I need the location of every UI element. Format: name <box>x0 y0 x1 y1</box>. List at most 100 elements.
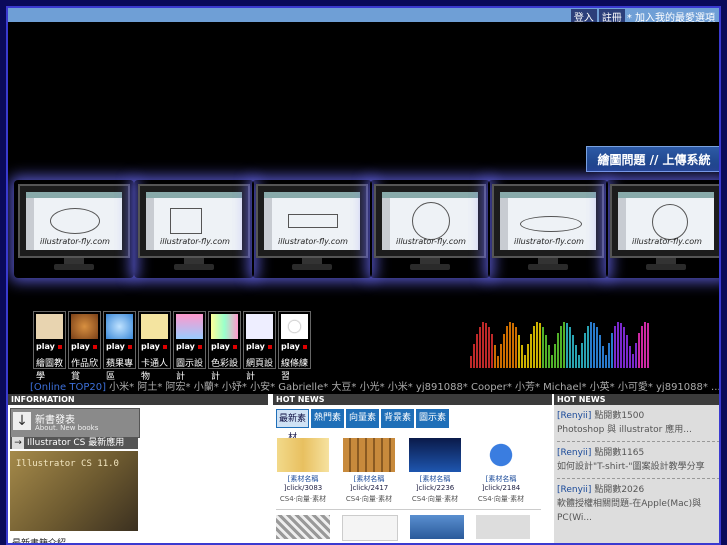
category-thumbs: play 繪圖教學 play 作品欣賞 play 蘋果專區 play 卡通人物 play… <box>33 311 311 382</box>
hot-news-panel: HOT NEWS 最新素材 熱門素材 向量素材 背景素材 圖示素材 [素材名稱]… <box>273 394 552 543</box>
monitor-image[interactable]: illustrator-fly.com <box>138 184 250 274</box>
screen-caption: illustrator-fly.com <box>160 237 230 246</box>
material-tabs: 最新素材 熱門素材 向量素材 背景素材 圖示素材 <box>276 409 449 443</box>
news-item[interactable]: [Renyii] 點閱數1500 Photoshop 與 illustrator … <box>554 405 719 437</box>
equalizer-bar <box>551 355 553 368</box>
equalizer-bar <box>473 344 475 368</box>
pattern-icon <box>71 314 98 339</box>
equalizer-bar <box>596 327 598 368</box>
material-item[interactable]: [素材名稱]click/3083 CS4·向量·素材 <box>276 438 330 504</box>
news-item[interactable]: [Renyii] 點閱數1165 如何設計"T-shirt-"圖案設計教學分享 <box>554 442 719 474</box>
sphere-thumb[interactable] <box>342 515 398 541</box>
tab-popular[interactable]: 熱門素材 <box>311 409 344 442</box>
screen-caption: illustrator-fly.com <box>40 237 110 246</box>
new-books-banner[interactable]: ↓ 新書發表 About. New books <box>10 408 140 438</box>
material-item[interactable]: [素材名稱]click/2184 CS4·向量·素材 <box>474 438 528 504</box>
equalizer-bar <box>491 334 493 368</box>
monitor-image[interactable]: illustrator-fly.com <box>492 184 604 274</box>
material-item[interactable]: [素材名稱]click/2236 CS4·向量·素材 <box>408 438 462 504</box>
down-arrow-icon: ↓ <box>13 412 31 430</box>
equalizer-bar <box>560 326 562 368</box>
right-arrow-icon: → <box>12 437 24 449</box>
circle-icon <box>281 314 308 339</box>
illustrator-book-link[interactable]: → Illustrator CS 最新應用 <box>10 437 138 449</box>
tab-vector[interactable]: 向量素材 <box>346 409 379 442</box>
equalizer-bar <box>548 345 550 368</box>
monitor-image[interactable]: illustrator-fly.com <box>256 184 368 274</box>
monitor-image[interactable]: illustrator-fly.com <box>374 184 486 274</box>
thumb-item[interactable]: play 網頁設計 <box>243 311 276 382</box>
globe-image <box>475 438 527 472</box>
equalizer-bar <box>512 323 514 368</box>
equalizer-bar <box>500 344 502 368</box>
equalizer-bar <box>479 327 481 368</box>
equalizer-bar <box>539 323 541 368</box>
airplane-thumb[interactable] <box>410 515 464 539</box>
screen-caption: illustrator-fly.com <box>514 237 584 246</box>
equalizer-bar <box>515 327 517 368</box>
pattern-thumb[interactable] <box>276 515 330 539</box>
equalizer-bar <box>509 322 511 368</box>
book-cover-image[interactable]: Illustrator CS 11.0 <box>10 451 138 531</box>
material-item[interactable]: [素材名稱]click/2417 CS4·向量·素材 <box>342 438 396 504</box>
equalizer-bar <box>545 335 547 368</box>
equalizer-bar <box>572 335 574 368</box>
equalizer-bar <box>578 355 580 368</box>
news-header: HOT NEWS <box>554 394 719 405</box>
thumb-item[interactable]: play 色彩設計 <box>208 311 241 382</box>
equalizer-bar <box>542 327 544 368</box>
equalizer-graphic <box>470 308 660 368</box>
screen-caption: illustrator-fly.com <box>278 237 348 246</box>
equalizer-bar <box>629 346 631 368</box>
equalizer-bar <box>635 343 637 368</box>
equalizer-bar <box>485 323 487 368</box>
equalizer-bar <box>557 333 559 368</box>
equalizer-bar <box>569 327 571 368</box>
pallet-image <box>343 438 395 472</box>
tab-background[interactable]: 背景素材 <box>381 409 414 442</box>
equalizer-bar <box>614 326 616 368</box>
calendar-icon <box>36 314 63 339</box>
equalizer-bar <box>599 335 601 368</box>
shape-thumb[interactable] <box>476 515 530 539</box>
thumb-item[interactable]: play 卡通人物 <box>138 311 171 382</box>
equalizer-bar <box>503 334 505 368</box>
equalizer-bar <box>506 326 508 368</box>
equalizer-bar <box>536 322 538 368</box>
information-header: INFORMATION <box>8 394 268 405</box>
apple-icon <box>106 314 133 339</box>
upload-system-button[interactable]: 繪圖問題 // 上傳系統 <box>586 146 719 172</box>
equalizer-bar <box>641 326 643 368</box>
webpage-icon <box>246 314 273 339</box>
thumb-item[interactable]: play 作品欣賞 <box>68 311 101 382</box>
equalizer-bar <box>647 323 649 368</box>
hot-news-header: HOT NEWS <box>273 394 552 405</box>
equalizer-bar <box>518 335 520 368</box>
equalizer-bar <box>533 326 535 368</box>
colors-icon <box>211 314 238 339</box>
material-row-2 <box>276 515 530 541</box>
thumb-item[interactable]: play 線條練習 <box>278 311 311 382</box>
cartoon-icon <box>141 314 168 339</box>
equalizer-bar <box>593 323 595 368</box>
thumb-item[interactable]: play 蘋果專區 <box>103 311 136 382</box>
thumb-item[interactable]: play 圖示設計 <box>173 311 206 382</box>
online-users: 小米* 阿土* 阿宏* 小蘭* 小妤* 小安* Gabrielle* 大豆* 小… <box>109 382 720 392</box>
equalizer-bar <box>632 354 634 368</box>
equalizer-bar <box>584 333 586 368</box>
tab-icons[interactable]: 圖示素材 <box>416 409 449 442</box>
equalizer-bar <box>470 356 472 368</box>
news-item[interactable]: [Renyii] 點閱數2026 軟體授權相關問題-在Apple(Mac)與PC(… <box>554 479 719 525</box>
monitor-image[interactable]: illustrator-fly.com <box>18 184 130 274</box>
monitor-image[interactable]: illustrator-fly.com <box>610 184 719 274</box>
equalizer-bar <box>623 327 625 368</box>
online-top20-link[interactable]: [Online TOP20] <box>30 382 106 392</box>
tab-latest[interactable]: 最新素材 <box>276 409 309 443</box>
content-panels: INFORMATION ↓ 新書發表 About. New books → Il… <box>8 394 719 543</box>
equalizer-bar <box>527 344 529 368</box>
equalizer-bar <box>581 343 583 368</box>
more-books-link[interactable]: 最新書籍介紹.. <box>12 536 72 543</box>
wood-texture-image <box>277 438 329 472</box>
online-ticker: [Online TOP20] 小米* 阿土* 阿宏* 小蘭* 小妤* 小安* G… <box>30 378 720 392</box>
thumb-item[interactable]: play 繪圖教學 <box>33 311 66 382</box>
